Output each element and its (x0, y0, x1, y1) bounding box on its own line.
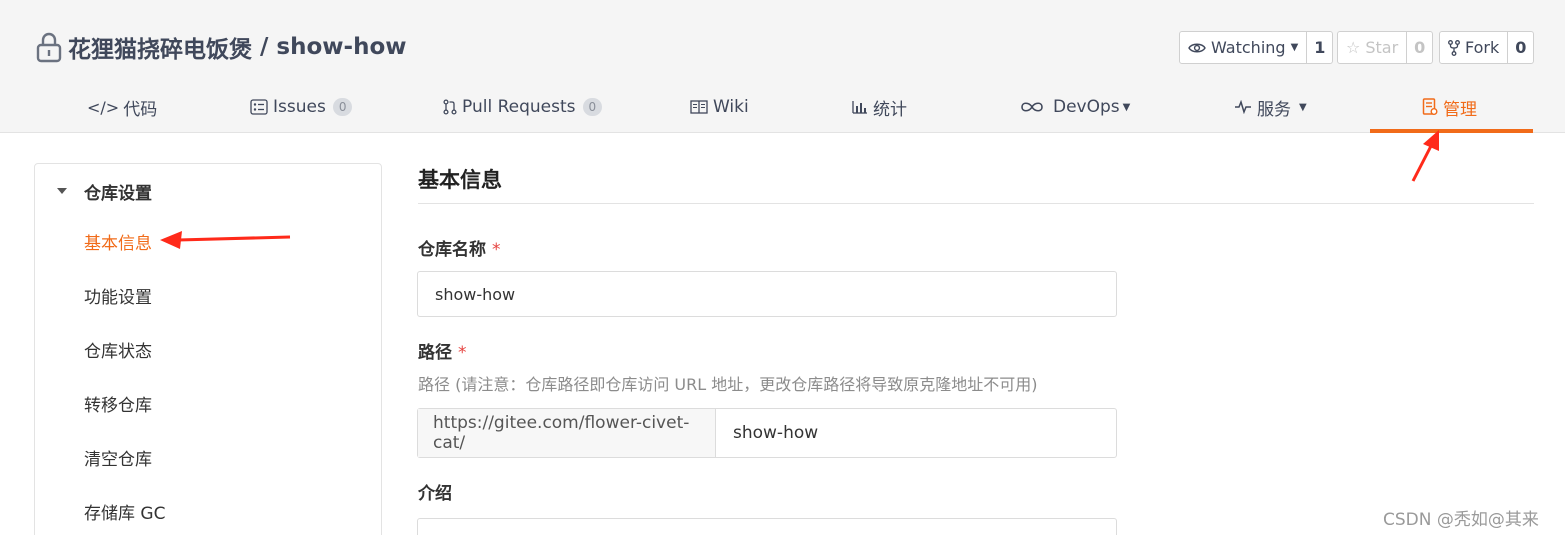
star-button[interactable]: ☆ Star (1338, 32, 1408, 63)
sidebar-item-features[interactable]: 功能设置 (84, 282, 152, 308)
sidebar-item-gc[interactable]: 存储库 GC (84, 498, 165, 524)
star-label: Star (1365, 38, 1399, 57)
path-input[interactable]: show-how (716, 409, 1116, 457)
title-divider (418, 203, 1534, 204)
fork-icon (1448, 39, 1460, 56)
chevron-down-icon: ▼ (1299, 101, 1307, 113)
repo-name-label-text: 仓库名称 (418, 240, 486, 260)
issues-count-badge: 0 (332, 98, 353, 116)
settings-sidebar: 仓库设置 基本信息 功能设置 仓库状态 转移仓库 清空仓库 存储库 GC (34, 163, 382, 535)
intro-label: 介绍 (418, 484, 452, 504)
sidebar-item-repo-status[interactable]: 仓库状态 (84, 336, 152, 362)
watermark: CSDN @秃如@其来 (1383, 510, 1539, 530)
repo-name[interactable]: show-how (276, 34, 406, 60)
tab-issues-label: Issues (273, 97, 326, 117)
repo-name-input-value: show-how (435, 284, 516, 304)
tab-pull-requests-label: Pull Requests (462, 97, 576, 117)
bar-chart-icon (852, 101, 867, 114)
watch-count[interactable]: 1 (1307, 32, 1332, 63)
tab-pull-requests[interactable]: Pull Requests 0 (443, 82, 603, 132)
settings-document-icon (1422, 98, 1438, 115)
lock-icon (36, 32, 62, 63)
tab-stats-label: 统计 (873, 99, 907, 120)
tab-devops-label: DevOps (1053, 97, 1120, 117)
fork-button[interactable]: Fork (1440, 32, 1509, 63)
infinity-icon (1021, 102, 1043, 112)
chevron-down-icon: ▼ (1122, 101, 1131, 113)
tab-services-label: 服务 (1257, 99, 1291, 120)
watch-label: Watching (1211, 38, 1286, 57)
tab-wiki[interactable]: Wiki (690, 82, 749, 132)
sidebar-item-basic-info[interactable]: 基本信息 (84, 228, 152, 254)
repo-owner[interactable]: 花狸猫挠碎电饭煲 (68, 30, 252, 64)
repo-name-label: 仓库名称 * (418, 235, 501, 260)
star-icon: ☆ (1346, 38, 1361, 57)
path-prefix: https://gitee.com/flower-civet-cat/ (418, 409, 716, 457)
active-tab-indicator (1370, 129, 1533, 133)
code-icon: </> (87, 97, 120, 117)
repo-title: 花狸猫挠碎电饭煲 / show-how (36, 30, 407, 64)
repo-separator: / (260, 34, 269, 60)
arrow-to-manage-tab (1411, 130, 1439, 182)
tab-wiki-label: Wiki (713, 97, 749, 117)
book-icon (690, 100, 708, 114)
sidebar-group-label: 仓库设置 (84, 183, 152, 204)
star-button-group: ☆ Star 0 (1337, 31, 1434, 64)
path-label-text: 路径 (418, 343, 452, 363)
sidebar-group-repo-settings[interactable]: 仓库设置 (57, 178, 152, 204)
fork-button-group: Fork 0 (1439, 31, 1535, 64)
repo-tabs: </> 代码 Issues 0 Pull Requests 0 Wiki 统计 … (0, 82, 1565, 132)
required-mark: * (492, 240, 501, 260)
path-input-group: https://gitee.com/flower-civet-cat/ show… (417, 408, 1117, 458)
tab-stats[interactable]: 统计 (852, 82, 907, 132)
repo-name-input[interactable]: show-how (417, 271, 1117, 317)
tab-manage[interactable]: 管理 (1422, 82, 1477, 132)
path-label: 路径 * (418, 338, 467, 363)
fork-label: Fork (1465, 38, 1500, 57)
watch-button[interactable]: Watching ▼ (1180, 32, 1308, 63)
tab-code-label: 代码 (123, 99, 158, 120)
tab-services[interactable]: 服务 ▼ (1234, 82, 1307, 132)
pulse-icon (1235, 100, 1251, 114)
sidebar-item-transfer[interactable]: 转移仓库 (84, 390, 152, 416)
tab-issues[interactable]: Issues 0 (250, 82, 353, 132)
issues-icon (250, 99, 268, 115)
path-hint: 路径 (请注意：仓库路径即仓库访问 URL 地址，更改仓库路径将导致原克隆地址不… (418, 375, 1038, 394)
star-count[interactable]: 0 (1407, 32, 1432, 63)
page-title: 基本信息 (418, 168, 502, 192)
chevron-down-icon: ▼ (1290, 42, 1299, 53)
intro-input[interactable] (417, 518, 1117, 535)
caret-down-icon (57, 188, 67, 194)
pulls-count-badge: 0 (582, 98, 603, 116)
watch-button-group: Watching ▼ 1 (1179, 31, 1334, 64)
tab-devops[interactable]: DevOps ▼ (1020, 82, 1130, 132)
tab-code[interactable]: </> 代码 (87, 82, 157, 132)
tab-manage-label: 管理 (1443, 99, 1477, 120)
eye-icon (1188, 43, 1206, 52)
repo-header: 花狸猫挠碎电饭煲 / show-how Watching ▼ 1 ☆ Star … (0, 0, 1565, 133)
required-mark: * (458, 343, 467, 363)
fork-count[interactable]: 0 (1508, 32, 1533, 63)
sidebar-item-clear[interactable]: 清空仓库 (84, 444, 152, 470)
pull-request-icon (443, 99, 457, 115)
